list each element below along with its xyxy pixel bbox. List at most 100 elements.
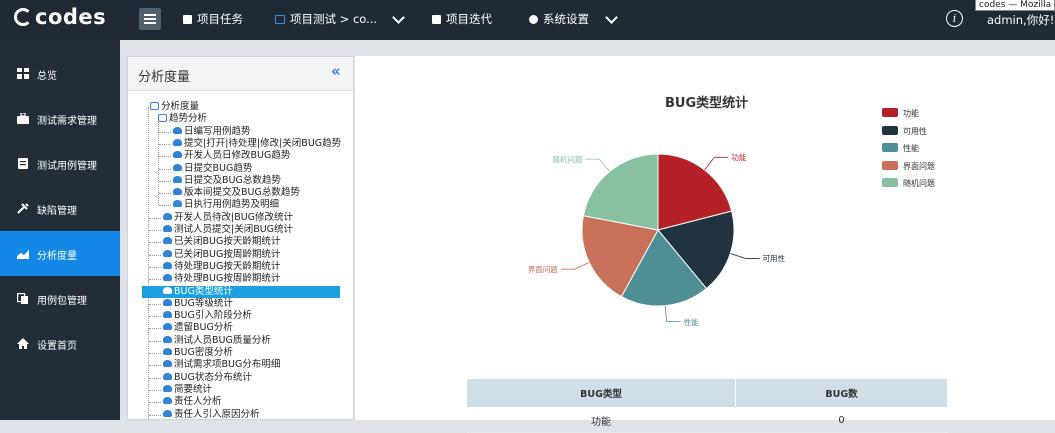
tree-node-trend-3[interactable]: 日提交BUG趋势	[173, 163, 252, 175]
nav-project-tasks[interactable]: 项目任务	[183, 0, 243, 40]
pie-slice-label-0: 功能	[731, 153, 747, 163]
sidebar-item-label: 缺陷管理	[37, 206, 77, 217]
sidebar-item-defects[interactable]: 缺陷管理	[0, 186, 120, 231]
clipboard-icon	[18, 158, 28, 169]
pie-slice-label-2: 性能	[683, 317, 699, 327]
tree-node-item-8[interactable]: BUG引入阶段分析	[163, 310, 252, 322]
legend-item-4[interactable]: 随机问题	[882, 178, 935, 189]
sidebar-item-label: 测试用例管理	[37, 161, 97, 172]
tree-node-trend-1[interactable]: 提交|打开|待处理|修改|关闭BUG趋势	[173, 138, 341, 150]
nav-project-testing[interactable]: 项目测试 > co...	[275, 0, 377, 40]
legend-label: 可用性	[903, 126, 927, 136]
report-icon	[163, 397, 172, 405]
tree-node-item-16[interactable]: 责任人引入原因分析	[163, 409, 260, 421]
nav-label: 项目任务	[197, 12, 243, 26]
tree-connector	[149, 365, 161, 367]
legend-item-3[interactable]: 界面问题	[882, 160, 935, 172]
collapse-double-chevron-icon[interactable]: «	[331, 62, 341, 80]
sidebar-item-analysis[interactable]: 分析度量	[0, 231, 120, 276]
tree-node-item-9[interactable]: 遗留BUG分析	[163, 322, 233, 334]
menu-toggle-button[interactable]	[139, 8, 161, 30]
tree-node-label: BUG状态分布统计	[174, 371, 252, 383]
report-icon	[163, 249, 172, 257]
tree-panel-header: 分析度量 «	[128, 57, 353, 91]
tree-node-item-0[interactable]: 开发人员待改|BUG修改统计	[163, 212, 293, 224]
logo-c-icon	[14, 8, 32, 26]
tree-node-label: 分析度量	[161, 101, 200, 112]
report-icon	[163, 409, 172, 417]
report-icon	[163, 323, 172, 331]
app-logo[interactable]: codes	[14, 5, 106, 29]
tree-node-item-12[interactable]: 测试需求项BUG分布明细	[163, 359, 280, 371]
chevron-down-icon[interactable]	[392, 11, 405, 24]
tree-node-item-14[interactable]: 简要统计	[163, 384, 212, 396]
table-cell: 功能	[466, 407, 736, 433]
table-header-bug-count[interactable]: BUG数	[735, 378, 948, 408]
tree-node-item-2[interactable]: 已关闭BUG按天龄期统计	[163, 236, 280, 248]
copy-icon	[17, 293, 28, 304]
legend-item-1[interactable]: 可用性	[882, 125, 927, 137]
tree-connector	[159, 131, 171, 133]
tree-node-item-6[interactable]: BUG类型统计	[142, 285, 340, 298]
report-icon	[163, 348, 172, 355]
sidebar-item-overview[interactable]: 总览	[0, 51, 120, 96]
tree-node-label: 版本间提交及BUG总数趋势	[184, 187, 300, 199]
tree-node-trend-0[interactable]: 日编写用例趋势	[173, 126, 251, 138]
gear-icon	[529, 15, 538, 24]
tree-node-label: 待处理BUG按周龄期统计	[174, 273, 281, 285]
report-icon	[173, 200, 182, 208]
tree-node-label: 遗留BUG分析	[174, 322, 233, 334]
tree-connector	[149, 389, 161, 391]
info-icon[interactable]: i	[946, 10, 963, 27]
tree-node-label: 开发人员日修改BUG趋势	[184, 150, 291, 162]
pie-slice-label-4: 随机问题	[552, 155, 583, 165]
chevron-down-icon[interactable]	[605, 11, 618, 24]
tree-connector	[149, 316, 161, 318]
tree-node-item-1[interactable]: 测试人员提交|关闭BUG统计	[163, 224, 293, 236]
tree-node-item-3[interactable]: 已关闭BUG按周龄期统计	[163, 249, 280, 261]
tree-node-trend-folder[interactable]: 趋势分析	[158, 113, 207, 125]
tree-node-label: BUG密度分析	[174, 347, 233, 358]
tree-node-label: 责任人引入原因分析	[174, 408, 260, 420]
report-icon	[163, 261, 172, 269]
legend-item-0[interactable]: 功能	[882, 108, 919, 119]
tree-connector	[149, 340, 161, 342]
monitor-icon	[275, 15, 285, 24]
table-row: 功能 0	[466, 407, 948, 433]
tree-node-trend-2[interactable]: 开发人员日修改BUG趋势	[173, 150, 290, 162]
tree-node-label: 日提交及BUG总数趋势	[184, 174, 281, 186]
tree-node-item-5[interactable]: 待处理BUG按周龄期统计	[163, 273, 280, 285]
tree-node-label: 测试人员提交|关闭BUG统计	[174, 224, 294, 235]
tree-connector	[149, 377, 161, 379]
tree-node-item-11[interactable]: BUG密度分析	[163, 347, 233, 359]
tree-node-item-15[interactable]: 责任人分析	[163, 396, 222, 408]
tree-connector	[149, 402, 161, 404]
top-navbar: codes 项目任务 项目测试 > co... 项目迭代 系统设置 i admi…	[0, 0, 1055, 40]
tree-node-trend-4[interactable]: 日提交及BUG总数趋势	[173, 175, 281, 187]
legend-label: 性能	[903, 144, 919, 153]
nav-label: 项目迭代	[446, 12, 492, 26]
legend-swatch	[882, 143, 898, 152]
table-header-bug-type[interactable]: BUG类型	[465, 378, 737, 408]
tree-node-item-10[interactable]: 测试人员BUG质量分析	[163, 335, 271, 347]
nav-system-settings[interactable]: 系统设置	[529, 0, 589, 40]
tree-node-item-7[interactable]: BUG等级统计	[163, 298, 233, 310]
sidebar-item-testcases[interactable]: 测试用例管理	[0, 141, 120, 186]
nav-label: 系统设置	[543, 12, 589, 26]
tree-node-item-13[interactable]: BUG状态分布统计	[163, 372, 252, 384]
sidebar-item-requirements[interactable]: 测试需求管理	[0, 96, 120, 141]
report-icon	[163, 335, 172, 343]
nav-label: 项目测试 > co...	[290, 12, 378, 26]
nav-project-iteration[interactable]: 项目迭代	[432, 0, 492, 40]
tree-node-trend-5[interactable]: 版本间提交及BUG总数趋势	[173, 187, 300, 199]
tree-node-root[interactable]: 分析度量	[150, 101, 199, 113]
user-greeting[interactable]: admin,你好!	[987, 12, 1054, 28]
tree-node-label: 日编写用例趋势	[184, 125, 251, 137]
tree-node-trend-6[interactable]: 日执行用例趋势及明细	[173, 199, 279, 211]
sidebar-item-settings-home[interactable]: 设置首页	[0, 321, 120, 366]
tree-node-item-4[interactable]: 待处理BUG按天龄期统计	[163, 261, 280, 273]
report-icon	[163, 225, 172, 232]
sidebar-item-case-packages[interactable]: 用例包管理	[0, 276, 120, 321]
tree-node-label: 提交|打开|待处理|修改|关闭BUG趋势	[184, 137, 342, 149]
legend-item-2[interactable]: 性能	[882, 143, 919, 154]
